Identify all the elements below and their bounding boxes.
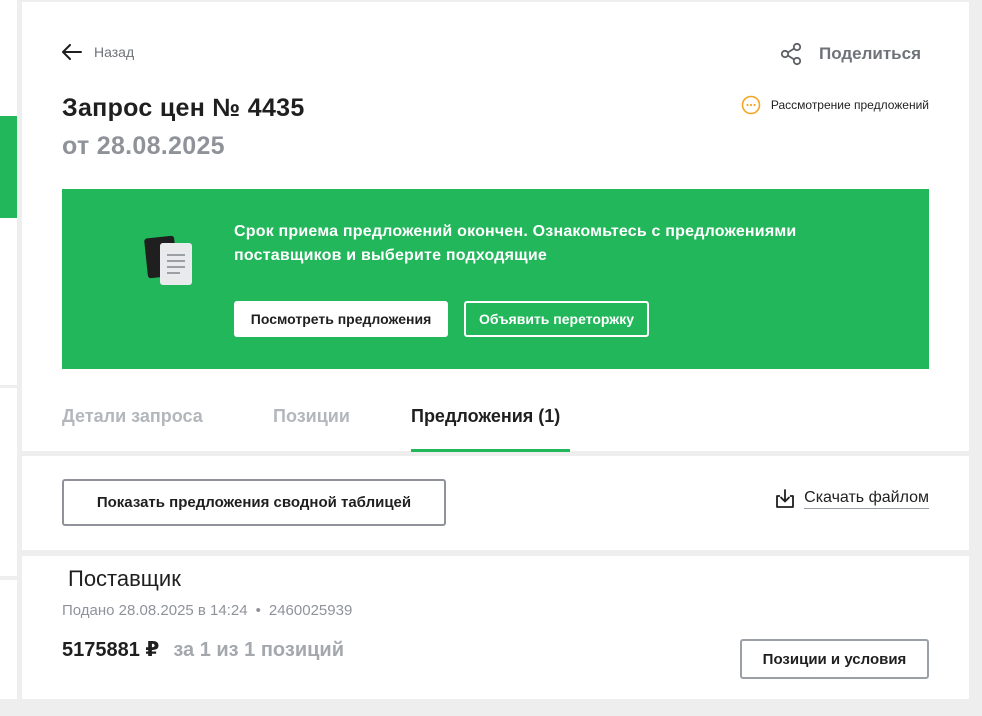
offer-card: Поставщик Подано 28.08.2025 в 14:24 • 24… (22, 556, 969, 699)
tab-positions[interactable]: Позиции (273, 406, 350, 427)
offer-meta: Подано 28.08.2025 в 14:24 • 2460025939 (62, 602, 352, 619)
supplier-name: Поставщик (68, 566, 181, 591)
left-panel-segment (0, 580, 17, 699)
pending-status-icon (741, 95, 761, 115)
download-file-link[interactable]: Скачать файлом (774, 488, 929, 510)
banner-message: Срок приема предложений окончен. Ознаком… (234, 223, 797, 264)
submitted-date: Подано 28.08.2025 в 14:24 (62, 602, 248, 619)
page-title: Запрос цен № 4435 (62, 94, 305, 122)
tab-request-details[interactable]: Детали запроса (62, 406, 203, 427)
request-date: от 28.08.2025 (62, 132, 225, 160)
left-panel-segment (0, 388, 17, 576)
tab-offers[interactable]: Предложения (1) (411, 406, 560, 427)
documents-icon (144, 235, 192, 285)
left-panel-active-marker (0, 116, 17, 218)
offers-toolbar: Показать предложения сводной таблицей Ск… (22, 456, 969, 550)
download-icon (776, 489, 795, 508)
offer-price-row: 5175881 ₽ за 1 из 1 позиций (62, 637, 344, 662)
share-label: Поделиться (818, 44, 921, 63)
offer-coverage: за 1 из 1 позиций (173, 639, 345, 661)
back-link[interactable]: Назад (62, 44, 134, 60)
view-offers-button[interactable]: Посмотреть предложения (234, 301, 448, 337)
announce-rebid-button[interactable]: Объявить переторжку (464, 301, 649, 337)
positions-and-terms-button[interactable]: Позиции и условия (740, 639, 929, 679)
meta-separator: • (255, 602, 261, 619)
arrow-left-icon (62, 44, 82, 60)
status-badge: Рассмотрение предложений (741, 95, 929, 115)
show-summary-table-button[interactable]: Показать предложения сводной таблицей (62, 479, 446, 526)
share-icon (780, 42, 802, 66)
active-tab-indicator (411, 449, 570, 452)
offer-price: 5175881 ₽ (62, 639, 160, 661)
status-label: Рассмотрение предложений (770, 98, 929, 112)
request-header-card: Назад Поделиться Запрос цен № 4435 от 28… (22, 2, 969, 452)
back-label: Назад (94, 44, 135, 60)
download-label: Скачать файлом (804, 489, 929, 509)
share-button[interactable]: Поделиться (779, 42, 921, 66)
supplier-inn: 2460025939 (268, 602, 353, 619)
left-sidebar-edge (0, 0, 17, 716)
offers-closed-banner: Срок приема предложений окончен. Ознаком… (62, 189, 929, 369)
